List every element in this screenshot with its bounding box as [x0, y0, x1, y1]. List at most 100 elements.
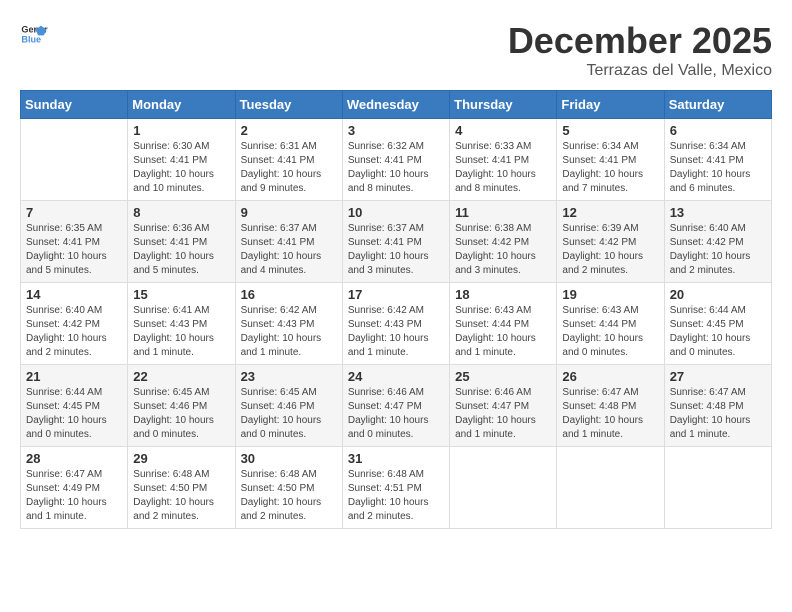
- day-info: Sunrise: 6:48 AM Sunset: 4:51 PM Dayligh…: [348, 468, 444, 524]
- day-number: 5: [562, 123, 658, 138]
- calendar-cell: 13Sunrise: 6:40 AM Sunset: 4:42 PM Dayli…: [664, 201, 771, 283]
- calendar-cell: 8 Sunrise: 6:36 AM Sunset: 4:41 PM Daylig…: [128, 201, 235, 283]
- calendar-cell: 29 Sunrise: 6:48 AM Sunset: 4:50 PM Dayli…: [128, 447, 235, 529]
- calendar-cell: [557, 447, 664, 529]
- day-info: Sunrise: 6:35 AM Sunset: 4:41 PM Dayligh…: [26, 222, 122, 278]
- calendar-cell: 23 Sunrise: 6:45 AM Sunset: 4:46 PM Dayli…: [235, 365, 342, 447]
- day-info: Sunrise: 6:36 AM Sunset: 4:41 PM Dayligh…: [133, 222, 229, 278]
- day-number: 24: [348, 369, 444, 384]
- day-info: Sunrise: 6:38 AM Sunset: 4:42 PM Dayligh…: [455, 222, 551, 278]
- calendar-cell: 31 Sunrise: 6:48 AM Sunset: 4:51 PM Dayli…: [342, 447, 449, 529]
- day-number: 12: [562, 205, 658, 220]
- day-number: 23: [241, 369, 337, 384]
- calendar-cell: 9 Sunrise: 6:37 AM Sunset: 4:41 PM Daylig…: [235, 201, 342, 283]
- day-number: 10: [348, 205, 444, 220]
- calendar-week-row: 1Sunrise: 6:30 AM Sunset: 4:41 PM Daylig…: [21, 119, 772, 201]
- day-info: Sunrise: 6:45 AM Sunset: 4:46 PM Dayligh…: [133, 386, 229, 442]
- day-number: 31: [348, 451, 444, 466]
- calendar-cell: 4 Sunrise: 6:33 AM Sunset: 4:41 PM Daylig…: [450, 119, 557, 201]
- calendar-cell: 12 Sunrise: 6:39 AM Sunset: 4:42 PM Dayli…: [557, 201, 664, 283]
- calendar-cell: 1Sunrise: 6:30 AM Sunset: 4:41 PM Daylig…: [128, 119, 235, 201]
- calendar-table: SundayMondayTuesdayWednesdayThursdayFrid…: [20, 90, 772, 529]
- day-number: 25: [455, 369, 551, 384]
- day-info: Sunrise: 6:41 AM Sunset: 4:43 PM Dayligh…: [133, 304, 229, 360]
- day-info: Sunrise: 6:42 AM Sunset: 4:43 PM Dayligh…: [348, 304, 444, 360]
- day-info: Sunrise: 6:47 AM Sunset: 4:48 PM Dayligh…: [670, 386, 766, 442]
- day-info: Sunrise: 6:39 AM Sunset: 4:42 PM Dayligh…: [562, 222, 658, 278]
- day-info: Sunrise: 6:43 AM Sunset: 4:44 PM Dayligh…: [562, 304, 658, 360]
- day-number: 15: [133, 287, 229, 302]
- calendar-body: 1Sunrise: 6:30 AM Sunset: 4:41 PM Daylig…: [21, 119, 772, 529]
- weekday-header: Friday: [557, 91, 664, 119]
- day-info: Sunrise: 6:37 AM Sunset: 4:41 PM Dayligh…: [241, 222, 337, 278]
- day-number: 7: [26, 205, 122, 220]
- day-number: 21: [26, 369, 122, 384]
- calendar-cell: [664, 447, 771, 529]
- calendar-cell: 7 Sunrise: 6:35 AM Sunset: 4:41 PM Daylig…: [21, 201, 128, 283]
- svg-text:Blue: Blue: [21, 34, 41, 44]
- day-number: 20: [670, 287, 766, 302]
- day-number: 14: [26, 287, 122, 302]
- day-number: 16: [241, 287, 337, 302]
- day-info: Sunrise: 6:33 AM Sunset: 4:41 PM Dayligh…: [455, 140, 551, 196]
- calendar-cell: 22 Sunrise: 6:45 AM Sunset: 4:46 PM Dayli…: [128, 365, 235, 447]
- day-number: 22: [133, 369, 229, 384]
- day-number: 28: [26, 451, 122, 466]
- page-header: General Blue December 2025 Terrazas del …: [20, 20, 772, 80]
- day-info: Sunrise: 6:31 AM Sunset: 4:41 PM Dayligh…: [241, 140, 337, 196]
- calendar-cell: 2 Sunrise: 6:31 AM Sunset: 4:41 PM Daylig…: [235, 119, 342, 201]
- calendar-cell: 19 Sunrise: 6:43 AM Sunset: 4:44 PM Dayli…: [557, 283, 664, 365]
- calendar-cell: 10 Sunrise: 6:37 AM Sunset: 4:41 PM Dayli…: [342, 201, 449, 283]
- calendar-cell: 24 Sunrise: 6:46 AM Sunset: 4:47 PM Dayli…: [342, 365, 449, 447]
- day-number: 30: [241, 451, 337, 466]
- weekday-header: Saturday: [664, 91, 771, 119]
- day-number: 26: [562, 369, 658, 384]
- calendar-cell: 11 Sunrise: 6:38 AM Sunset: 4:42 PM Dayli…: [450, 201, 557, 283]
- day-info: Sunrise: 6:42 AM Sunset: 4:43 PM Dayligh…: [241, 304, 337, 360]
- day-number: 29: [133, 451, 229, 466]
- day-number: 9: [241, 205, 337, 220]
- weekday-header: Thursday: [450, 91, 557, 119]
- day-info: Sunrise: 6:43 AM Sunset: 4:44 PM Dayligh…: [455, 304, 551, 360]
- calendar-cell: 6Sunrise: 6:34 AM Sunset: 4:41 PM Daylig…: [664, 119, 771, 201]
- calendar-cell: 18Sunrise: 6:43 AM Sunset: 4:44 PM Dayli…: [450, 283, 557, 365]
- day-info: Sunrise: 6:37 AM Sunset: 4:41 PM Dayligh…: [348, 222, 444, 278]
- calendar-week-row: 28 Sunrise: 6:47 AM Sunset: 4:49 PM Dayli…: [21, 447, 772, 529]
- day-info: Sunrise: 6:47 AM Sunset: 4:49 PM Dayligh…: [26, 468, 122, 524]
- calendar-cell: 16 Sunrise: 6:42 AM Sunset: 4:43 PM Dayli…: [235, 283, 342, 365]
- calendar-cell: 20Sunrise: 6:44 AM Sunset: 4:45 PM Dayli…: [664, 283, 771, 365]
- day-info: Sunrise: 6:48 AM Sunset: 4:50 PM Dayligh…: [241, 468, 337, 524]
- calendar-cell: 5 Sunrise: 6:34 AM Sunset: 4:41 PM Daylig…: [557, 119, 664, 201]
- calendar-cell: 30 Sunrise: 6:48 AM Sunset: 4:50 PM Dayli…: [235, 447, 342, 529]
- day-info: Sunrise: 6:32 AM Sunset: 4:41 PM Dayligh…: [348, 140, 444, 196]
- day-info: Sunrise: 6:45 AM Sunset: 4:46 PM Dayligh…: [241, 386, 337, 442]
- day-info: Sunrise: 6:40 AM Sunset: 4:42 PM Dayligh…: [26, 304, 122, 360]
- day-info: Sunrise: 6:48 AM Sunset: 4:50 PM Dayligh…: [133, 468, 229, 524]
- calendar-cell: 3 Sunrise: 6:32 AM Sunset: 4:41 PM Daylig…: [342, 119, 449, 201]
- day-number: 8: [133, 205, 229, 220]
- day-number: 13: [670, 205, 766, 220]
- weekday-header: Sunday: [21, 91, 128, 119]
- calendar-cell: 17 Sunrise: 6:42 AM Sunset: 4:43 PM Dayli…: [342, 283, 449, 365]
- day-number: 11: [455, 205, 551, 220]
- calendar-week-row: 14 Sunrise: 6:40 AM Sunset: 4:42 PM Dayli…: [21, 283, 772, 365]
- day-number: 2: [241, 123, 337, 138]
- title-area: December 2025 Terrazas del Valle, Mexico: [508, 20, 772, 80]
- day-info: Sunrise: 6:46 AM Sunset: 4:47 PM Dayligh…: [455, 386, 551, 442]
- calendar-cell: 28 Sunrise: 6:47 AM Sunset: 4:49 PM Dayli…: [21, 447, 128, 529]
- day-number: 19: [562, 287, 658, 302]
- day-number: 17: [348, 287, 444, 302]
- day-info: Sunrise: 6:30 AM Sunset: 4:41 PM Dayligh…: [133, 140, 229, 196]
- day-info: Sunrise: 6:34 AM Sunset: 4:41 PM Dayligh…: [670, 140, 766, 196]
- location-title: Terrazas del Valle, Mexico: [508, 62, 772, 80]
- day-number: 3: [348, 123, 444, 138]
- month-title: December 2025: [508, 20, 772, 62]
- day-info: Sunrise: 6:47 AM Sunset: 4:48 PM Dayligh…: [562, 386, 658, 442]
- day-number: 27: [670, 369, 766, 384]
- day-info: Sunrise: 6:46 AM Sunset: 4:47 PM Dayligh…: [348, 386, 444, 442]
- calendar-cell: 26 Sunrise: 6:47 AM Sunset: 4:48 PM Dayli…: [557, 365, 664, 447]
- calendar-cell: [21, 119, 128, 201]
- calendar-header: SundayMondayTuesdayWednesdayThursdayFrid…: [21, 91, 772, 119]
- day-info: Sunrise: 6:34 AM Sunset: 4:41 PM Dayligh…: [562, 140, 658, 196]
- day-number: 4: [455, 123, 551, 138]
